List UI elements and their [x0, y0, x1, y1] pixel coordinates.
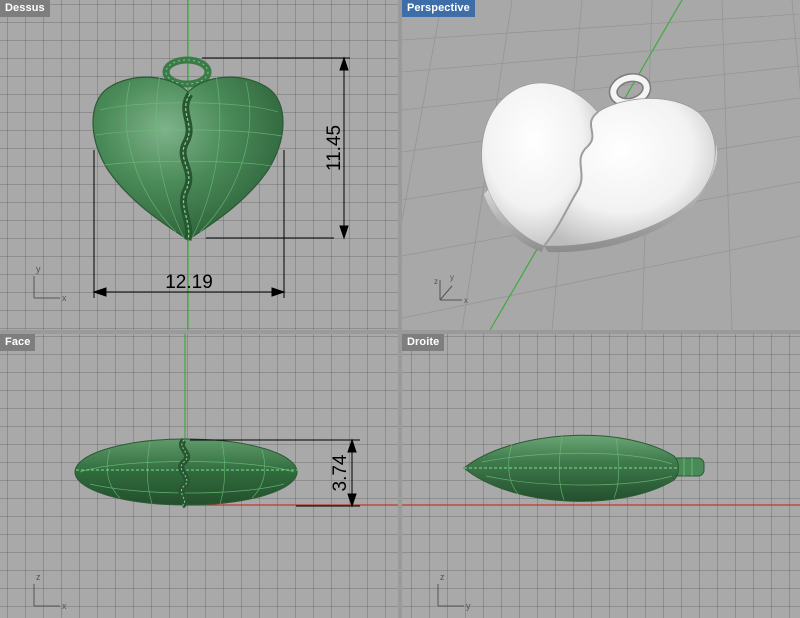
dimension-height-label: 11.45 — [324, 125, 345, 171]
front-view-canvas[interactable]: 3.74 z x — [0, 334, 398, 618]
axis-label-h: y — [466, 601, 471, 611]
dimension-thickness-label: 3.74 — [330, 454, 351, 491]
axis-widget-icon — [437, 584, 464, 607]
perspective-view-canvas[interactable]: z y x — [402, 0, 800, 330]
axis-label-z: z — [434, 277, 438, 286]
axis-label-v: z — [36, 572, 41, 582]
viewport-front[interactable]: 3.74 z x Face — [0, 334, 398, 618]
viewport-perspective[interactable]: z y x Perspective — [402, 0, 800, 330]
right-view-canvas[interactable]: z y — [402, 334, 800, 618]
axis-widget-icon — [439, 280, 462, 301]
axis-label-h: x — [464, 296, 468, 305]
axis-widget-icon — [33, 276, 60, 299]
axis-label-h: x — [62, 601, 67, 611]
axis-label-h: x — [62, 293, 67, 303]
viewport-label-top[interactable]: Dessus — [0, 0, 50, 17]
viewport-label-right[interactable]: Droite — [402, 334, 445, 351]
axis-widget-icon — [33, 584, 60, 607]
viewport-label-perspective[interactable]: Perspective — [402, 0, 475, 17]
viewport-label-front[interactable]: Face — [0, 334, 36, 351]
top-view-canvas[interactable]: 11.45 12.19 y x — [0, 0, 398, 330]
viewport-right[interactable]: z y Droite — [402, 334, 800, 618]
axis-label-v: z — [440, 572, 445, 582]
axis-label-v: y — [36, 264, 41, 274]
viewport-top[interactable]: 11.45 12.19 y x Dessus — [0, 0, 398, 330]
axis-label-v: y — [450, 273, 454, 282]
dimension-width-label: 12.19 — [165, 272, 213, 293]
